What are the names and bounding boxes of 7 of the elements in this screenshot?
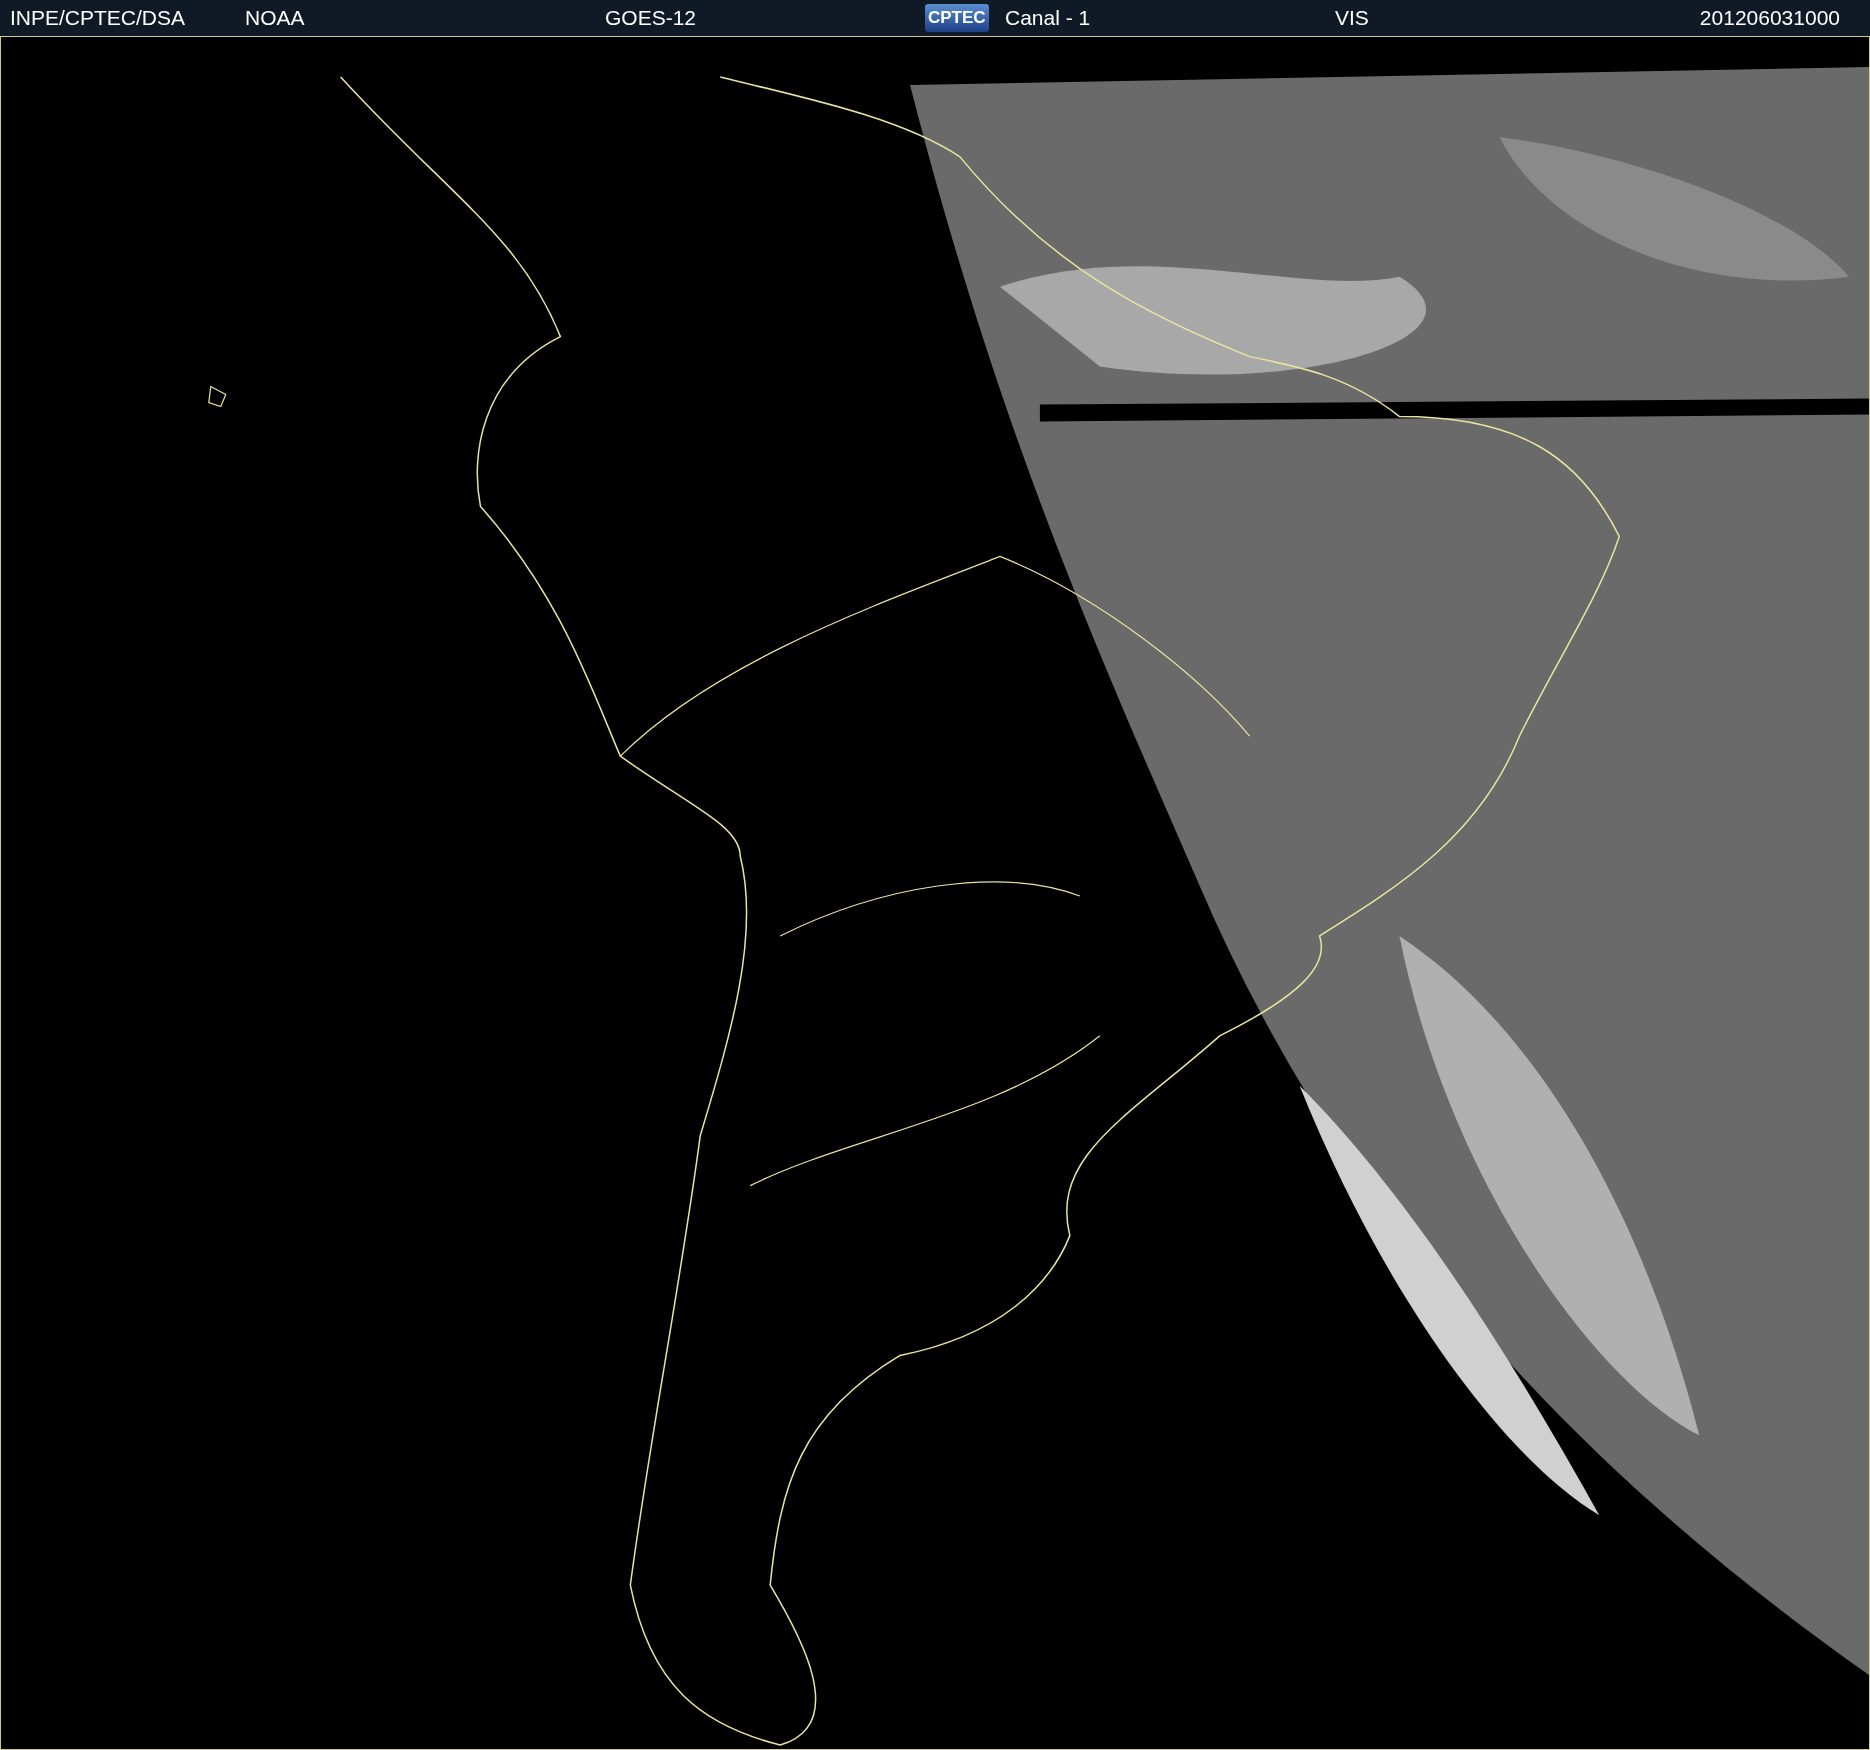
source-label: INPE/CPTEC/DSA xyxy=(10,5,187,32)
satellite-label: GOES-12 xyxy=(605,5,698,32)
logo: CPTEC xyxy=(925,4,989,32)
channel-label: Canal - 1 xyxy=(1005,5,1092,32)
band-label: VIS xyxy=(1335,5,1370,32)
timestamp-label: 201206031000 xyxy=(1699,5,1841,32)
agency-label: NOAA xyxy=(245,5,306,32)
